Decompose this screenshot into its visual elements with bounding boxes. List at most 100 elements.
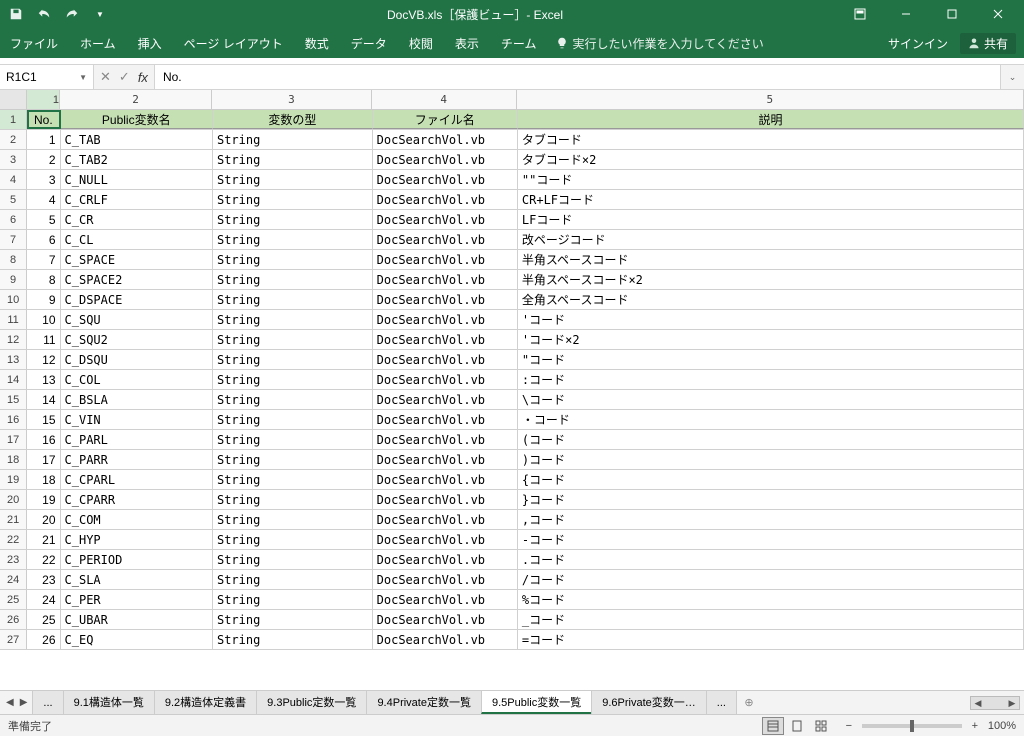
zoom-out-button[interactable]: − [842, 720, 856, 732]
row-header[interactable]: 25 [0, 590, 27, 609]
cell-desc[interactable]: -コード [518, 530, 1024, 549]
row-header[interactable]: 11 [0, 310, 27, 329]
cell-type[interactable]: String [213, 230, 373, 249]
horizontal-scroll[interactable]: ◀▶ [761, 696, 1024, 710]
cell-no[interactable]: 17 [27, 450, 60, 469]
sheet-tab[interactable]: 9.4Private定数一覧 [366, 691, 482, 714]
cell-type[interactable]: String [213, 350, 373, 369]
row-header[interactable]: 19 [0, 470, 27, 489]
cell-desc[interactable]: 'コード [518, 310, 1024, 329]
scroll-right-icon[interactable]: ▶ [1005, 697, 1019, 709]
cell-file[interactable]: DocSearchVol.vb [373, 410, 518, 429]
tab-team[interactable]: チーム [499, 35, 539, 52]
cell-file[interactable]: DocSearchVol.vb [373, 490, 518, 509]
cell-name[interactable]: C_EQ [61, 630, 213, 649]
cell-name[interactable]: C_BSLA [61, 390, 213, 409]
row-header[interactable]: 9 [0, 270, 27, 289]
cell-file[interactable]: DocSearchVol.vb [373, 290, 518, 309]
cell-name[interactable]: C_TAB2 [61, 150, 213, 169]
row-header[interactable]: 17 [0, 430, 27, 449]
cell-desc[interactable]: タブコード [518, 130, 1024, 149]
cell-no[interactable]: 16 [27, 430, 60, 449]
column-header-1[interactable]: 1 [27, 90, 60, 109]
cell-type[interactable]: String [213, 430, 373, 449]
row-header[interactable]: 18 [0, 450, 27, 469]
cell-desc[interactable]: 'コード×2 [518, 330, 1024, 349]
cell-file[interactable]: DocSearchVol.vb [373, 150, 518, 169]
sheet-tab[interactable]: 9.1構造体一覧 [63, 691, 155, 714]
column-header-3[interactable]: 3 [212, 90, 372, 109]
row-header[interactable]: 13 [0, 350, 27, 369]
cell-no[interactable]: 15 [27, 410, 60, 429]
cell-file[interactable]: DocSearchVol.vb [373, 370, 518, 389]
cell-type[interactable]: String [213, 390, 373, 409]
cell-name[interactable]: C_CPARR [61, 490, 213, 509]
zoom-thumb[interactable] [910, 720, 914, 732]
cell-name[interactable]: C_DSQU [61, 350, 213, 369]
cell-type[interactable]: String [213, 610, 373, 629]
redo-button[interactable] [60, 2, 84, 26]
cell-name[interactable]: C_PARR [61, 450, 213, 469]
cell-file[interactable]: DocSearchVol.vb [373, 170, 518, 189]
tell-me-search[interactable]: 実行したい作業を入力してください [556, 35, 763, 52]
cell-type[interactable]: String [213, 550, 373, 569]
cell-name[interactable]: C_HYP [61, 530, 213, 549]
cell-no[interactable]: 6 [27, 230, 60, 249]
cell-name[interactable]: C_COM [61, 510, 213, 529]
row-header[interactable]: 7 [0, 230, 27, 249]
row-header[interactable]: 16 [0, 410, 27, 429]
cell-no[interactable]: 4 [27, 190, 60, 209]
cell-desc[interactable]: ,コード [518, 510, 1024, 529]
cell-desc[interactable]: LFコード [518, 210, 1024, 229]
cell-name[interactable]: C_PERIOD [61, 550, 213, 569]
cell-desc[interactable]: _コード [518, 610, 1024, 629]
cell-no[interactable]: 19 [27, 490, 60, 509]
tab-home[interactable]: ホーム [78, 35, 118, 52]
sheet-nav-prev[interactable]: ◀ [6, 697, 14, 708]
row-header[interactable]: 21 [0, 510, 27, 529]
cell-type[interactable]: String [213, 630, 373, 649]
row-header[interactable]: 2 [0, 130, 27, 149]
cell-no[interactable]: 26 [27, 630, 60, 649]
row-header[interactable]: 24 [0, 570, 27, 589]
cell-name[interactable]: C_DSPACE [61, 290, 213, 309]
insert-function-button[interactable]: fx [138, 70, 148, 85]
cell-desc[interactable]: .コード [518, 550, 1024, 569]
sheet-ellipsis-right[interactable]: ... [706, 691, 737, 715]
sheet-tab[interactable]: 9.6Private変数一… [591, 691, 707, 714]
cell-type[interactable]: String [213, 250, 373, 269]
cell-desc[interactable]: \コード [518, 390, 1024, 409]
signin-link[interactable]: サインイン [888, 35, 948, 52]
add-sheet-button[interactable]: ⊕ [737, 691, 761, 715]
cell-no[interactable]: 8 [27, 270, 60, 289]
share-button[interactable]: 共有 [960, 33, 1016, 54]
cell-desc[interactable]: (コード [518, 430, 1024, 449]
cell-desc[interactable]: :コード [518, 370, 1024, 389]
name-box[interactable]: R1C1 ▼ [0, 65, 94, 89]
cell-name[interactable]: C_SQU2 [61, 330, 213, 349]
cell-name[interactable]: C_COL [61, 370, 213, 389]
row-header[interactable]: 12 [0, 330, 27, 349]
sheet-tab[interactable]: 9.3Public定数一覧 [256, 691, 367, 714]
cell-type[interactable]: String [213, 530, 373, 549]
cell-desc[interactable]: タブコード×2 [518, 150, 1024, 169]
cell-file[interactable]: DocSearchVol.vb [373, 590, 518, 609]
cell-desc[interactable]: 全角スペースコード [518, 290, 1024, 309]
cell-file[interactable]: DocSearchVol.vb [373, 630, 518, 649]
column-header-4[interactable]: 4 [372, 90, 517, 109]
cell-type[interactable]: String [213, 590, 373, 609]
cell-type[interactable]: String [213, 510, 373, 529]
cell-file[interactable]: DocSearchVol.vb [373, 450, 518, 469]
cell-no[interactable]: 24 [27, 590, 60, 609]
cell-file[interactable]: DocSearchVol.vb [373, 350, 518, 369]
tab-file[interactable]: ファイル [8, 35, 60, 52]
cell-name[interactable]: C_SLA [61, 570, 213, 589]
cell-desc[interactable]: =コード [518, 630, 1024, 649]
header-cell-file[interactable]: ファイル名 [373, 110, 518, 129]
cell-desc[interactable]: 改ページコード [518, 230, 1024, 249]
row-header[interactable]: 15 [0, 390, 27, 409]
cell-no[interactable]: 11 [27, 330, 60, 349]
cell-file[interactable]: DocSearchVol.vb [373, 310, 518, 329]
cell-no[interactable]: 9 [27, 290, 60, 309]
sheet-nav-next[interactable]: ▶ [20, 697, 28, 708]
